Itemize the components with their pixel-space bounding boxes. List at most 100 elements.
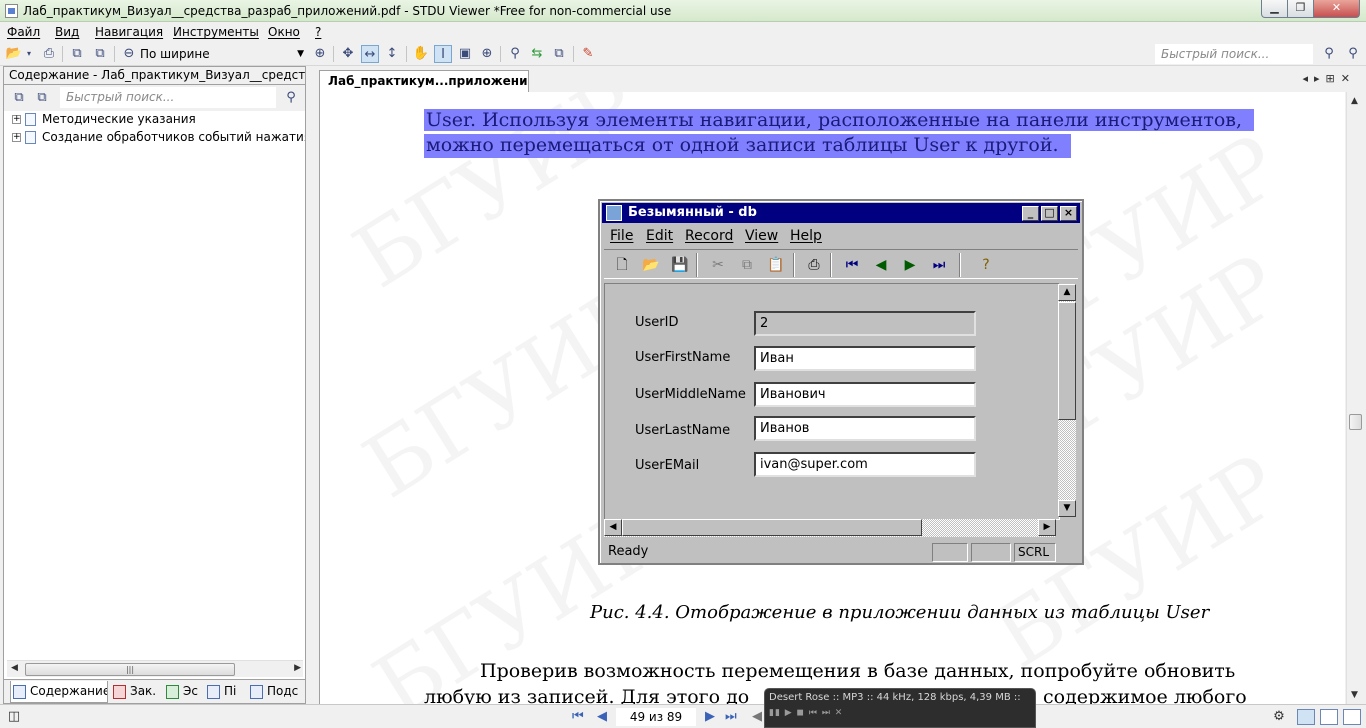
menu-navigation[interactable]: Навигация (95, 25, 163, 39)
back-icon[interactable]: ◀ (752, 709, 762, 724)
two-pages-icon[interactable] (1320, 709, 1338, 725)
minimize-button[interactable]: ▁ (1261, 0, 1288, 18)
first-page-icon[interactable]: ⏮ (572, 709, 584, 724)
tree-item-label: Создание обработчиков событий нажатия на… (42, 130, 305, 144)
thumbnails-icon (166, 684, 179, 699)
expand-icon[interactable]: + (12, 133, 21, 142)
toggle-panel-icon[interactable]: ◫ (5, 708, 23, 726)
figure-menubar: File Edit Record View Help (602, 225, 1080, 247)
first-record-icon: ⏮ (845, 257, 859, 273)
document-view[interactable]: БГУИР БГУИР БГУИР БГУИР БГУИР БГУИР User… (319, 92, 1345, 704)
field-label: UserMiddleName (635, 387, 746, 402)
figure-menu-record: Record (685, 228, 734, 244)
figure-menu-edit: Edit (646, 228, 674, 244)
document-scroll-thumb[interactable] (1349, 414, 1362, 430)
fit-width-icon[interactable]: ↔ (361, 45, 379, 63)
search-icon[interactable]: ⚲ (282, 89, 300, 107)
zoom-out-icon[interactable]: ⊖ (120, 45, 138, 63)
tab-search[interactable]: Пі (205, 681, 245, 703)
open-folder-icon[interactable]: 📂 (5, 45, 23, 63)
tab-thumbnails[interactable]: Эс (164, 681, 202, 703)
figure-menu-view: View (745, 228, 779, 244)
tab-annotations[interactable]: Подс (248, 681, 302, 703)
chevron-down-icon: ▼ (297, 49, 304, 59)
last-record-icon: ⏭ (932, 257, 946, 273)
snapshot-icon[interactable]: ▣ (456, 45, 474, 63)
scroll-right-icon[interactable]: ▶ (294, 663, 301, 673)
body-text-line: содержимое любого (1043, 686, 1247, 704)
tab-document[interactable]: Лаб_практикум...приложений.pdf (319, 70, 529, 92)
fit-page-icon[interactable]: ✥ (339, 45, 357, 63)
menu-file[interactable]: Файл (7, 25, 40, 39)
figure-caption: Рис. 4.4. Отображение в приложении данны… (590, 602, 1210, 623)
field-value: Иванович (754, 382, 976, 407)
copy-icon[interactable]: ⧉ (91, 45, 109, 63)
selected-text-line[interactable]: User. Используя элементы навигации, расп… (424, 109, 1255, 131)
field-value: 2 (754, 311, 976, 336)
quick-search-input[interactable]: Быстрый поиск... (1155, 44, 1313, 64)
menu-window[interactable]: Окно (268, 25, 300, 39)
replace-icon[interactable]: ⇆ (528, 45, 546, 63)
paste-icon: 📋 (767, 257, 785, 273)
menu-help[interactable]: ? (315, 25, 321, 39)
fit-height-icon[interactable]: ↕ (383, 45, 401, 63)
selected-text-line[interactable]: можно перемещаться от одной записи табли… (424, 134, 1071, 158)
find-icon[interactable]: ⚲ (506, 45, 524, 63)
menu-view[interactable]: Вид (55, 25, 79, 39)
expand-all-icon[interactable]: ⧉ (10, 89, 28, 107)
open-dropdown-icon[interactable]: ▾ (24, 45, 34, 63)
export-icon[interactable]: ⧉ (68, 45, 86, 63)
media-player-overlay[interactable]: Desert Rose :: MP3 :: 44 kHz, 128 kbps, … (764, 688, 1036, 728)
print-icon: ⎙ (808, 257, 820, 273)
contents-search-input[interactable]: Быстрый поиск... (60, 87, 276, 108)
media-controls[interactable]: ▮▮ ▶ ◼ ⏮ ⏭ ✕ (769, 708, 1031, 718)
page-number-field[interactable]: 49 из 89 (616, 708, 696, 726)
contents-hscrollbar[interactable]: ◀ ||| ▶ (7, 660, 303, 677)
tab-label: Зак. (130, 684, 157, 698)
collapse-all-icon[interactable]: ⧉ (33, 89, 51, 107)
single-page-icon[interactable] (1297, 709, 1315, 725)
hand-tool-icon[interactable]: ✋ (412, 45, 430, 63)
contents-toolbar: ⧉ ⧉ Быстрый поиск... ⚲ (4, 85, 305, 111)
scroll-down-icon[interactable]: ▼ (1351, 690, 1358, 700)
tree-item[interactable]: + Создание обработчиков событий нажатия н… (12, 128, 305, 146)
continuous-icon[interactable] (1343, 709, 1361, 725)
tree-item[interactable]: + Методические указания (12, 110, 305, 128)
document-vscrollbar[interactable]: ▲ ▼ (1346, 92, 1363, 704)
scroll-thumb[interactable]: ||| (25, 663, 235, 676)
binoculars-icon[interactable]: ⚲ (1320, 45, 1338, 63)
next-page-icon[interactable]: ▶ (705, 709, 715, 724)
status-bar: ◫ ⏮ ◀ 49 из 89 ▶ ⏭ ◀ ⚙ (0, 704, 1366, 728)
last-page-icon[interactable]: ⏭ (725, 709, 737, 724)
scroll-up-icon[interactable]: ▲ (1351, 96, 1358, 106)
tab-controls[interactable]: ◂▸⊞✕ (1303, 72, 1356, 85)
tab-contents[interactable]: Содержание (10, 681, 108, 703)
figure-minimize-icon: _ (1022, 206, 1039, 221)
figure-db-window: Безымянный - db _ □ × File Edit Record V… (598, 199, 1084, 565)
close-button[interactable]: ✕ (1314, 0, 1360, 18)
tab-label: Содержание (30, 684, 108, 698)
figure-menu-file: File (610, 228, 634, 244)
text-select-icon[interactable]: I (434, 45, 452, 63)
zoom-select[interactable]: По ширине ▼ (140, 45, 308, 63)
title-bar: Лаб_практикум_Визуал__средства_разраб_пр… (0, 0, 1366, 22)
print-icon[interactable]: ⎙ (40, 45, 58, 63)
binoculars-options-icon[interactable]: ⚲ (1344, 45, 1362, 63)
prev-page-icon[interactable]: ◀ (597, 709, 607, 724)
binoculars-icon (207, 684, 220, 699)
tree-item-label: Методические указания (42, 112, 196, 126)
scroll-left-icon[interactable]: ◀ (11, 663, 18, 673)
expand-icon[interactable]: + (12, 115, 21, 124)
zoom-tool-icon[interactable]: ⊕ (478, 45, 496, 63)
maximize-button[interactable]: ❐ (1288, 0, 1314, 18)
panel-splitter[interactable] (306, 66, 315, 704)
tab-label: Подс (267, 684, 299, 698)
highlighter-icon[interactable]: ✎ (579, 45, 597, 63)
pages-icon[interactable]: ⧉ (550, 45, 568, 63)
tab-bookmarks[interactable]: Зак. (111, 681, 161, 703)
menu-tools[interactable]: Инструменты (173, 25, 259, 39)
settings-icon[interactable]: ⚙ (1270, 708, 1288, 726)
zoom-in-icon[interactable]: ⊕ (311, 45, 329, 63)
figure-status-pane (971, 543, 1011, 562)
field-label: UserID (635, 315, 679, 330)
